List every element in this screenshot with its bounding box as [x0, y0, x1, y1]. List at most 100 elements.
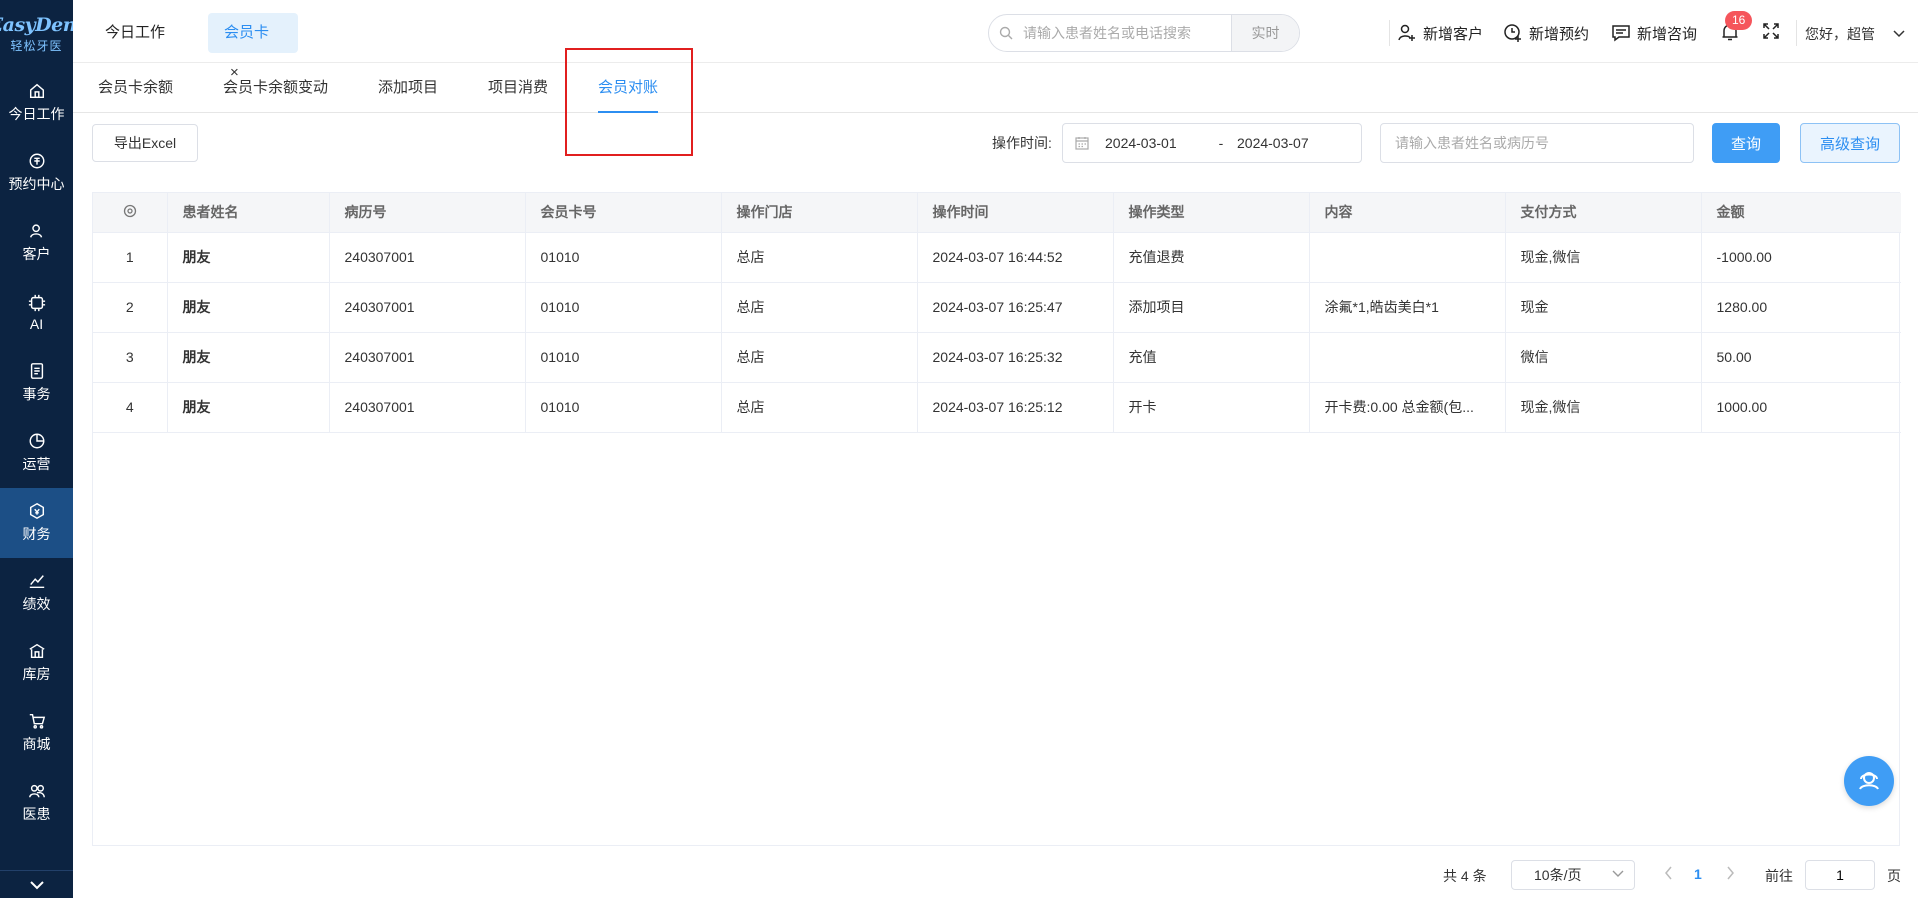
user-greeting[interactable]: 您好，超管: [1805, 24, 1875, 44]
export-excel-button[interactable]: 导出Excel: [92, 124, 198, 162]
realtime-toggle[interactable]: 实时: [1231, 15, 1299, 51]
table-row[interactable]: 2 朋友 240307001 01010 总店 2024-03-07 16:25…: [93, 282, 1901, 333]
fullscreen-button[interactable]: [1762, 22, 1780, 43]
patient-name[interactable]: 朋友: [167, 332, 330, 383]
goto-page-input[interactable]: [1805, 860, 1875, 890]
brand-subtitle: 轻松牙医: [10, 39, 63, 53]
store: 总店: [721, 232, 918, 283]
page-number-current[interactable]: 1: [1694, 866, 1702, 882]
patient-name[interactable]: 朋友: [167, 382, 330, 433]
sub-tabs: 会员卡余额 会员卡余额变动 添加项目 项目消费 会员对账: [73, 63, 1918, 113]
operation-time: 2024-03-07 16:25:12: [917, 382, 1114, 433]
operation-type: 充值: [1113, 332, 1310, 383]
row-index: 3: [93, 332, 168, 383]
payment-method: 现金,微信: [1505, 382, 1702, 433]
tab-item-consumption[interactable]: 项目消费: [488, 63, 548, 113]
sidebar-item-label: 今日工作: [8, 106, 65, 122]
date-range-picker[interactable]: 2024-03-01 - 2024-03-07: [1062, 123, 1362, 163]
new-appointment-button[interactable]: 新增预约: [1503, 20, 1589, 46]
sidebar-item-ai[interactable]: AI: [0, 278, 73, 348]
advanced-query-button[interactable]: 高级查询: [1800, 123, 1900, 163]
tab-add-item[interactable]: 添加项目: [378, 63, 438, 113]
customer-icon: [29, 224, 42, 238]
prev-page-button[interactable]: [1664, 866, 1674, 883]
card-number: 01010: [525, 332, 722, 383]
sidebar-item-operations[interactable]: 运营: [0, 418, 73, 488]
content: 开卡费:0.00 总金额(包...: [1309, 382, 1506, 433]
patient-name[interactable]: 朋友: [167, 282, 330, 333]
sidebar-item-appointment-center[interactable]: 预约中心: [0, 138, 73, 208]
row-index: 4: [93, 382, 168, 433]
tab-member-card[interactable]: 会员卡×: [208, 13, 298, 81]
sidebar-item-tasks[interactable]: 事务: [0, 348, 73, 418]
operation-time: 2024-03-07 16:25:32: [917, 332, 1114, 383]
table-row[interactable]: 3 朋友 240307001 01010 总店 2024-03-07 16:25…: [93, 332, 1901, 383]
record-number: 240307001: [329, 382, 526, 433]
sidebar-item-label: 库房: [22, 666, 51, 682]
payment-method: 现金,微信: [1505, 232, 1702, 283]
column-settings-header[interactable]: [93, 193, 168, 233]
query-button[interactable]: 查询: [1712, 123, 1780, 163]
tab-today-work[interactable]: 今日工作: [89, 13, 181, 53]
table-row[interactable]: 1 朋友 240307001 01010 总店 2024-03-07 16:44…: [93, 232, 1901, 283]
next-page-button[interactable]: [1725, 866, 1735, 883]
sidebar-item-doctor-patient[interactable]: 医患: [0, 768, 73, 838]
customer-service-button[interactable]: [1844, 756, 1894, 806]
row-index: 2: [93, 282, 168, 333]
new-customer-button[interactable]: 新增客户: [1397, 20, 1483, 46]
goto-label: 前往: [1765, 868, 1793, 884]
date-end[interactable]: 2024-03-07: [1237, 135, 1309, 151]
sidebar-collapse-button[interactable]: [0, 870, 73, 898]
column-header: 患者姓名: [167, 193, 330, 233]
new-consult-button[interactable]: 新增咨询: [1611, 20, 1697, 46]
page-size-value: 10条/页: [1534, 867, 1582, 883]
add-user-icon: [1398, 24, 1415, 41]
table-header-row: 患者姓名 病历号 会员卡号 操作门店 操作时间 操作类型 内容 支付方式 金额: [93, 193, 1901, 233]
reconciliation-table: 患者姓名 病历号 会员卡号 操作门店 操作时间 操作类型 内容 支付方式 金额 …: [92, 192, 1901, 846]
date-start[interactable]: 2024-03-01: [1105, 135, 1205, 151]
sidebar-item-today-work[interactable]: 今日工作: [0, 68, 73, 138]
operations-icon: [29, 433, 44, 449]
operation-type: 开卡: [1113, 382, 1310, 433]
warehouse-icon: [28, 643, 45, 659]
store: 总店: [721, 332, 918, 383]
sidebar-item-label: 绩效: [22, 596, 51, 612]
gear-icon: [123, 204, 136, 217]
fullscreen-icon: [1763, 23, 1779, 39]
payment-method: 微信: [1505, 332, 1702, 383]
operation-type: 充值退费: [1113, 232, 1310, 283]
column-header: 支付方式: [1505, 193, 1702, 233]
sidebar-item-mall[interactable]: 商城: [0, 698, 73, 768]
sidebar-item-customer[interactable]: 客户: [0, 208, 73, 278]
performance-icon: [29, 575, 44, 589]
table-row[interactable]: 4 朋友 240307001 01010 总店 2024-03-07 16:25…: [93, 382, 1901, 433]
divider: [1389, 20, 1390, 46]
message-icon: [1612, 25, 1630, 42]
sidebar-item-warehouse[interactable]: 库房: [0, 628, 73, 698]
sidebar-item-performance[interactable]: 绩效: [0, 558, 73, 628]
column-header: 操作门店: [721, 193, 918, 233]
sidebar-item-finance[interactable]: 财务: [0, 488, 73, 558]
page-size-select[interactable]: 10条/页: [1511, 860, 1635, 890]
sidebar-item-label: 运营: [22, 456, 51, 472]
tab-card-balance[interactable]: 会员卡余额: [98, 63, 173, 113]
chevron-down-icon[interactable]: [1893, 26, 1905, 42]
tab-card-balance-changes[interactable]: 会员卡余额变动: [223, 63, 328, 113]
patient-query-input[interactable]: [1380, 123, 1694, 163]
column-header: 病历号: [329, 193, 526, 233]
sidebar-item-label: 事务: [22, 386, 51, 402]
top-header: 今日工作 会员卡× 实时 新增客户 新增预约 新增咨询 16 您好，超管: [73, 0, 1918, 81]
store: 总店: [721, 282, 918, 333]
column-header: 金额: [1701, 193, 1901, 233]
chevron-down-icon: [29, 880, 44, 889]
record-number: 240307001: [329, 332, 526, 383]
column-header: 会员卡号: [525, 193, 722, 233]
amount: 1280.00: [1701, 282, 1901, 333]
patient-name[interactable]: 朋友: [167, 232, 330, 283]
mall-icon: [29, 713, 45, 729]
chevron-right-icon: [1727, 866, 1734, 880]
logo: EasyDent 轻松牙医: [0, 0, 73, 68]
sidebar-item-label: AI: [29, 316, 44, 332]
sidebar-item-label: 财务: [22, 526, 51, 542]
patient-search-input[interactable]: [1023, 15, 1231, 51]
